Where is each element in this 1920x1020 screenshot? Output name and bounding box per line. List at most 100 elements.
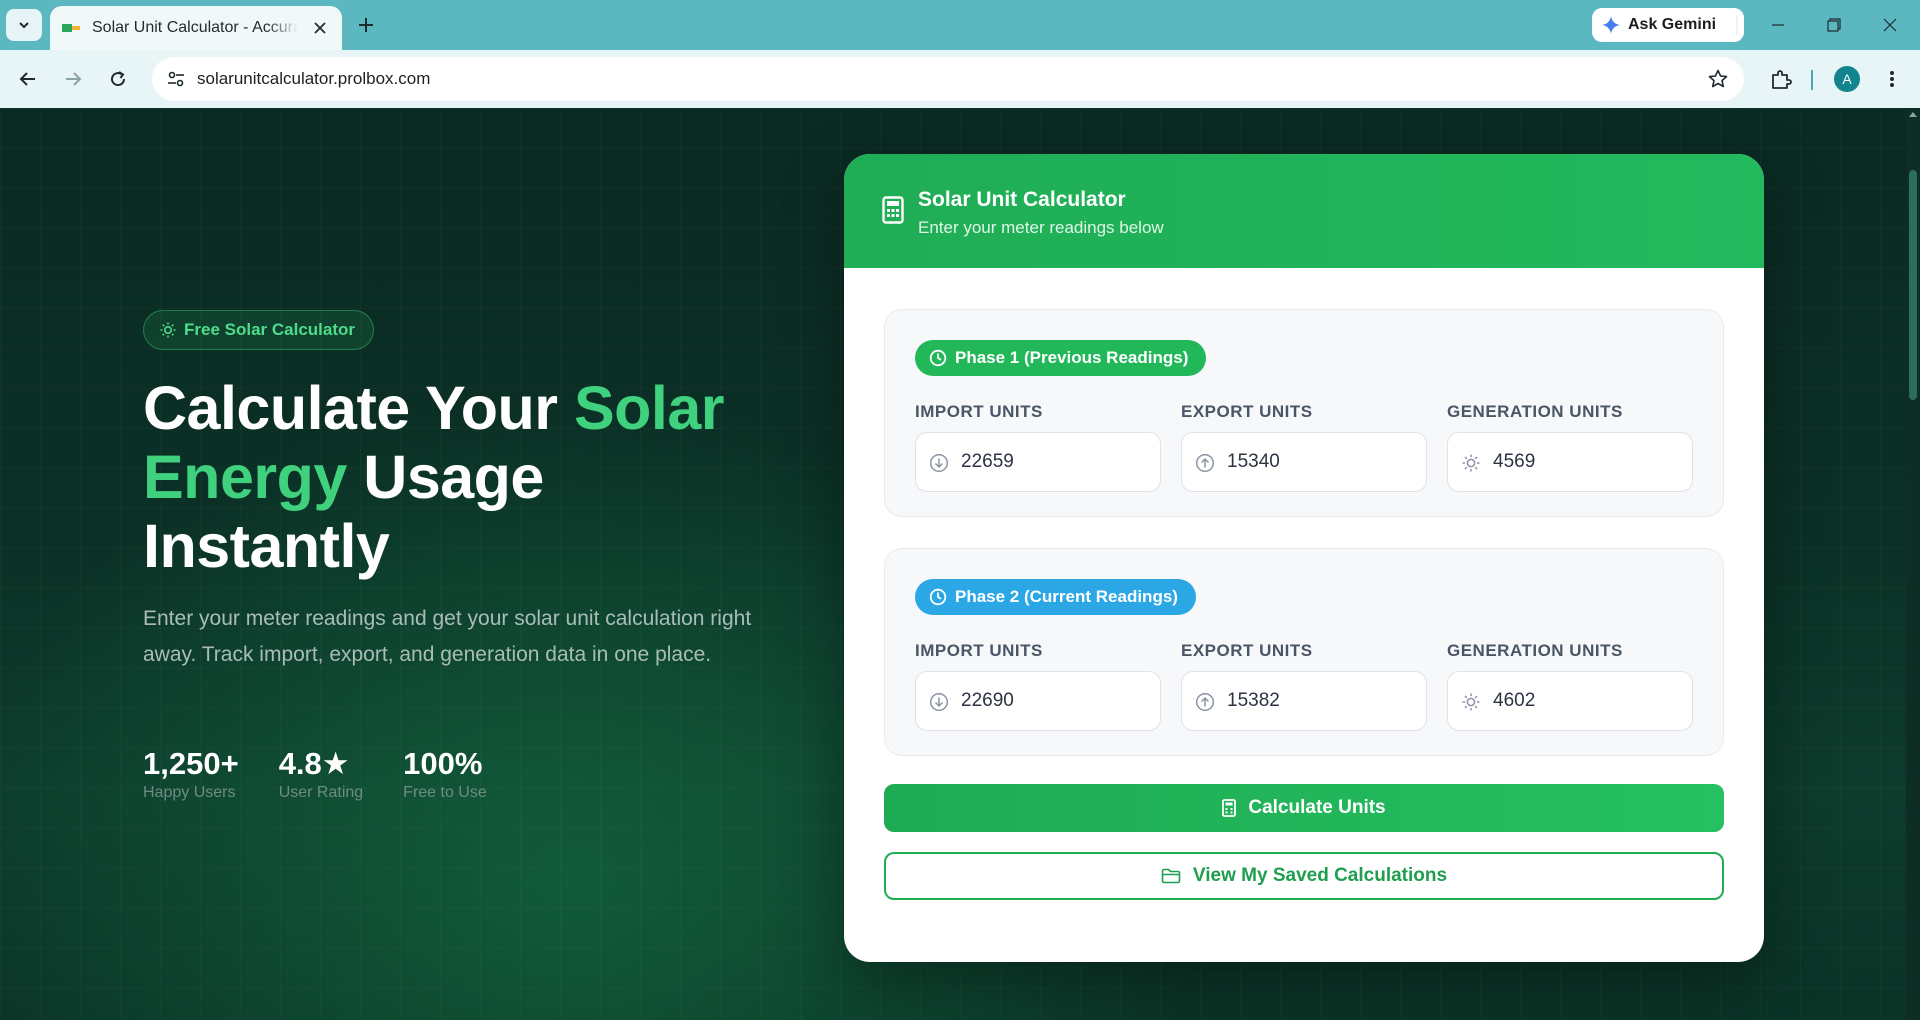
- minimize-icon: [1772, 24, 1784, 26]
- stats-row: 1,250+ Happy Users 4.8★ User Rating 100%…: [143, 746, 527, 802]
- phase-2-import-input[interactable]: 22690: [915, 671, 1161, 731]
- scrollbar-thumb[interactable]: [1909, 170, 1917, 400]
- stat-happy-users: 1,250+ Happy Users: [143, 746, 239, 802]
- restore-button[interactable]: [1814, 10, 1854, 40]
- input-value: 4569: [1493, 451, 1536, 472]
- phase-1-generation-field: GENERATION UNITS 4569: [1447, 402, 1693, 492]
- star-icon: [1708, 69, 1728, 88]
- site-info-button[interactable]: [164, 68, 188, 90]
- view-saved-calculations-button[interactable]: View My Saved Calculations: [884, 852, 1724, 900]
- plus-icon: [359, 18, 373, 32]
- close-window-button[interactable]: [1870, 10, 1910, 40]
- phase-2-generation-field: GENERATION UNITS 4602: [1447, 641, 1693, 731]
- arrow-right-icon: [66, 72, 82, 86]
- close-icon: [1883, 18, 1897, 32]
- calculator-subtitle: Enter your meter readings below: [918, 218, 1164, 237]
- arrow-down-circle-icon: [929, 692, 949, 712]
- calculate-units-button[interactable]: Calculate Units: [884, 784, 1724, 832]
- tab-list-button[interactable]: [6, 9, 42, 41]
- phase-2-export-input[interactable]: 15382: [1181, 671, 1427, 731]
- chevron-down-icon: [19, 22, 29, 29]
- profile-avatar[interactable]: A: [1834, 66, 1860, 92]
- free-calculator-badge: Free Solar Calculator: [143, 310, 375, 350]
- field-label: IMPORT UNITS: [915, 641, 1043, 660]
- url-text: solarunitcalculator.prolbox.com: [197, 69, 431, 88]
- close-icon: [314, 22, 326, 34]
- ask-gemini-button[interactable]: Ask Gemini: [1592, 8, 1744, 42]
- puzzle-icon: [1772, 70, 1792, 89]
- calculate-units-label: Calculate Units: [1248, 797, 1386, 818]
- input-value: 22659: [961, 451, 1014, 472]
- input-value: 4602: [1493, 690, 1536, 711]
- kebab-menu-icon: [1890, 71, 1894, 87]
- forward-button[interactable]: [57, 63, 89, 95]
- phase-1-import-field: IMPORT UNITS 22659: [915, 402, 1161, 492]
- phase-2-label-text: Phase 2 (Current Readings): [955, 587, 1178, 606]
- calculator-icon: [882, 196, 904, 224]
- stat-free-to-use: 100% Free to Use: [403, 746, 487, 802]
- calculator-icon: [1222, 799, 1237, 817]
- extensions-button[interactable]: [1765, 63, 1797, 95]
- arrow-up-circle-icon: [1195, 692, 1215, 712]
- new-tab-button[interactable]: [352, 11, 380, 39]
- reload-button[interactable]: [102, 63, 134, 95]
- toolbar-divider: [1811, 70, 1813, 90]
- minimize-button[interactable]: [1758, 10, 1798, 40]
- stat-value: 1,250+: [143, 746, 239, 781]
- phase-1-generation-input[interactable]: 4569: [1447, 432, 1693, 492]
- stat-label: Free to Use: [403, 784, 487, 801]
- calculator-card: Solar Unit Calculator Enter your meter r…: [844, 154, 1764, 962]
- phase-2-import-field: IMPORT UNITS 22690: [915, 641, 1161, 731]
- folder-icon: [1161, 868, 1181, 884]
- phase-1-export-input[interactable]: 15340: [1181, 432, 1427, 492]
- tab-title: Solar Unit Calculator - Accurate Solar U…: [92, 19, 298, 36]
- calculator-title: Solar Unit Calculator: [918, 188, 1126, 211]
- arrow-left-icon: [19, 72, 35, 86]
- phase-2-section: Phase 2 (Current Readings) IMPORT UNITS …: [884, 548, 1724, 756]
- toolbar-divider: [1736, 15, 1738, 35]
- badge-label: Free Solar Calculator: [184, 320, 356, 339]
- phase-1-label: Phase 1 (Previous Readings): [915, 340, 1207, 376]
- input-value: 15340: [1227, 451, 1280, 472]
- field-label: GENERATION UNITS: [1447, 641, 1623, 660]
- bookmark-button[interactable]: [1706, 67, 1730, 91]
- field-label: IMPORT UNITS: [915, 402, 1043, 421]
- phase-1-section: Phase 1 (Previous Readings) IMPORT UNITS…: [884, 309, 1724, 517]
- back-button[interactable]: [12, 63, 44, 95]
- stat-label: Happy Users: [143, 784, 236, 801]
- scroll-up-arrow-icon[interactable]: [1909, 110, 1917, 118]
- field-label: EXPORT UNITS: [1181, 402, 1313, 421]
- browser-menu-button[interactable]: [1876, 63, 1908, 95]
- sun-icon: [160, 322, 176, 338]
- address-bar[interactable]: solarunitcalculator.prolbox.com: [152, 57, 1744, 101]
- phase-1-export-field: EXPORT UNITS 15340: [1181, 402, 1427, 492]
- field-label: EXPORT UNITS: [1181, 641, 1313, 660]
- reload-icon: [111, 71, 126, 87]
- field-label: GENERATION UNITS: [1447, 402, 1623, 421]
- tab-close-button[interactable]: [310, 18, 330, 38]
- phase-1-import-input[interactable]: 22659: [915, 432, 1161, 492]
- browser-toolbar: solarunitcalculator.prolbox.com A: [0, 50, 1920, 108]
- stat-value: 100%: [403, 746, 483, 781]
- ask-gemini-label: Ask Gemini: [1628, 16, 1717, 33]
- clock-icon: [929, 349, 947, 367]
- phase-2-export-field: EXPORT UNITS 15382: [1181, 641, 1427, 731]
- stat-value: 4.8★: [278, 746, 350, 781]
- arrow-up-circle-icon: [1195, 453, 1215, 473]
- calculator-header: Solar Unit Calculator Enter your meter r…: [844, 154, 1764, 268]
- input-value: 22690: [961, 690, 1014, 711]
- restore-icon: [1827, 18, 1841, 32]
- browser-tab-bar: Solar Unit Calculator - Accurate Solar U…: [0, 0, 1920, 50]
- phase-1-label-text: Phase 1 (Previous Readings): [955, 348, 1189, 367]
- tune-icon: [168, 71, 184, 87]
- browser-tab-active[interactable]: Solar Unit Calculator - Accurate Solar U…: [50, 6, 342, 50]
- hero-heading-part1: Calculate Your: [143, 374, 574, 442]
- page-viewport: Free Solar Calculator Calculate Your Sol…: [0, 108, 1906, 1020]
- page-scrollbar[interactable]: [1906, 108, 1920, 1020]
- site-favicon-icon: [62, 21, 80, 35]
- input-value: 15382: [1227, 690, 1280, 711]
- clock-icon: [929, 588, 947, 606]
- stat-user-rating: 4.8★ User Rating: [279, 746, 363, 802]
- view-saved-calculations-label: View My Saved Calculations: [1192, 865, 1448, 886]
- phase-2-generation-input[interactable]: 4602: [1447, 671, 1693, 731]
